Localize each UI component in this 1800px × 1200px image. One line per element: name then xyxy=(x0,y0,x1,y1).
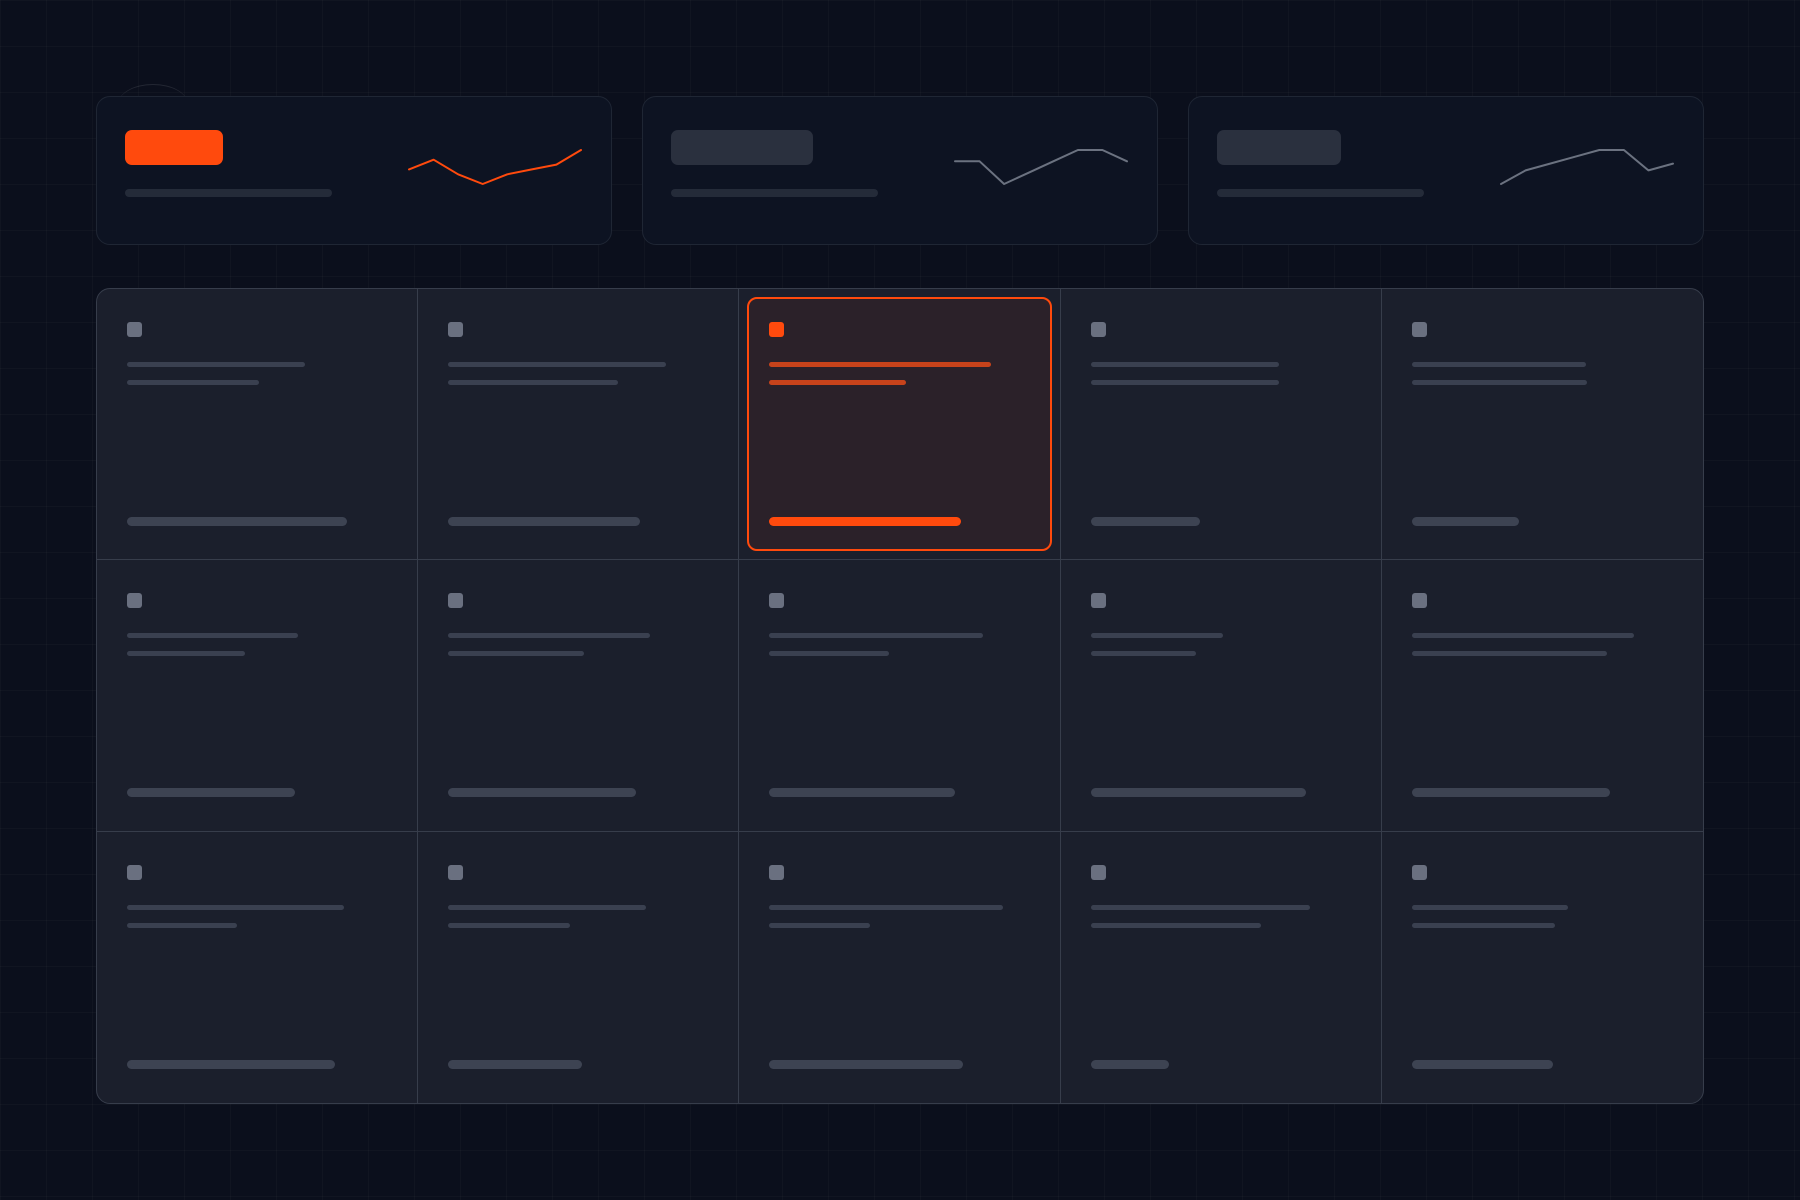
stat-label-placeholder xyxy=(1217,189,1424,197)
card-checkbox[interactable] xyxy=(127,864,142,880)
card-title-placeholder xyxy=(127,633,298,639)
card-footer-bar xyxy=(769,1059,964,1069)
grid-card[interactable] xyxy=(1381,560,1703,832)
sparkline-series xyxy=(954,149,1128,185)
card-title-placeholder xyxy=(1090,904,1310,910)
card-checkbox[interactable] xyxy=(127,322,142,337)
grid-card[interactable] xyxy=(97,560,419,832)
grid-card[interactable] xyxy=(1060,289,1382,561)
card-title-placeholder xyxy=(127,362,305,367)
grid-card[interactable] xyxy=(1381,289,1703,561)
card-subtitle-placeholder xyxy=(769,651,890,657)
grid-card[interactable] xyxy=(1382,832,1703,1103)
card-footer-bar xyxy=(1090,788,1306,798)
card-checkbox[interactable] xyxy=(448,322,464,337)
grid-card[interactable] xyxy=(739,560,1061,832)
card-grid xyxy=(96,288,1704,1104)
card-title-placeholder xyxy=(127,904,344,910)
card-subtitle-placeholder xyxy=(1411,922,1555,928)
grid-card-selected[interactable] xyxy=(739,289,1061,561)
card-footer-bar xyxy=(1090,517,1200,526)
card-title-placeholder xyxy=(448,633,651,639)
card-footer-bar xyxy=(448,517,641,526)
stat-label-placeholder xyxy=(125,189,332,197)
card-checkbox[interactable] xyxy=(769,322,785,337)
stat-value-placeholder xyxy=(125,130,223,165)
card-footer-bar xyxy=(127,788,295,798)
sparkline-chart xyxy=(1500,149,1674,185)
card-checkbox[interactable] xyxy=(1411,864,1427,880)
card-subtitle-placeholder xyxy=(127,922,237,928)
card-subtitle-placeholder xyxy=(1090,380,1279,385)
grid-card[interactable] xyxy=(97,289,419,561)
card-subtitle-placeholder xyxy=(1090,922,1261,928)
card-footer-bar xyxy=(769,517,962,526)
card-footer-bar xyxy=(1411,517,1519,526)
card-footer-bar xyxy=(1090,1059,1169,1069)
card-footer-bar xyxy=(769,788,956,798)
stat-value-placeholder xyxy=(1217,130,1341,165)
card-checkbox[interactable] xyxy=(1090,593,1106,609)
card-title-placeholder xyxy=(1411,633,1634,639)
card-title-placeholder xyxy=(448,362,667,367)
card-checkbox[interactable] xyxy=(127,593,142,609)
card-title-placeholder xyxy=(1411,362,1586,367)
card-subtitle-placeholder xyxy=(1411,651,1607,657)
stat-card-1[interactable] xyxy=(96,96,612,245)
stat-card-3[interactable] xyxy=(1188,96,1704,245)
sparkline-chart xyxy=(954,149,1128,185)
card-checkbox[interactable] xyxy=(1411,593,1427,609)
grid-card[interactable] xyxy=(418,831,740,1103)
card-checkbox[interactable] xyxy=(1090,864,1106,880)
card-subtitle-placeholder xyxy=(127,380,259,385)
card-subtitle-placeholder xyxy=(769,922,871,928)
card-checkbox[interactable] xyxy=(448,593,464,609)
card-title-placeholder xyxy=(769,362,992,367)
card-subtitle-placeholder xyxy=(448,380,619,385)
grid-card[interactable] xyxy=(1061,831,1382,1103)
card-title-placeholder xyxy=(1090,633,1223,639)
card-footer-bar xyxy=(448,1059,583,1069)
card-checkbox[interactable] xyxy=(1411,322,1427,337)
card-checkbox[interactable] xyxy=(769,593,785,609)
card-checkbox[interactable] xyxy=(769,864,785,880)
sparkline-series xyxy=(1500,149,1674,185)
grid-card[interactable] xyxy=(418,560,740,832)
card-subtitle-placeholder xyxy=(1090,651,1196,657)
card-title-placeholder xyxy=(1411,904,1568,910)
sparkline-chart xyxy=(408,149,582,185)
card-checkbox[interactable] xyxy=(1090,322,1106,337)
card-subtitle-placeholder xyxy=(127,651,245,657)
sparkline-series xyxy=(408,149,582,185)
card-footer-bar xyxy=(127,1059,335,1069)
card-footer-bar xyxy=(1411,1059,1553,1069)
stat-card-2[interactable] xyxy=(642,96,1158,245)
card-footer-bar xyxy=(127,517,347,526)
card-title-placeholder xyxy=(769,633,984,639)
card-subtitle-placeholder xyxy=(448,922,571,928)
grid-card[interactable] xyxy=(739,831,1061,1103)
card-subtitle-placeholder xyxy=(1411,380,1587,385)
card-title-placeholder xyxy=(448,904,647,910)
grid-card[interactable] xyxy=(1060,560,1382,832)
card-title-placeholder xyxy=(1090,362,1279,367)
card-checkbox[interactable] xyxy=(448,864,464,880)
stat-value-placeholder xyxy=(671,130,813,165)
grid-card[interactable] xyxy=(418,289,740,561)
grid-card[interactable] xyxy=(97,831,419,1103)
card-title-placeholder xyxy=(769,904,1004,910)
card-footer-bar xyxy=(1411,788,1610,798)
card-subtitle-placeholder xyxy=(448,651,585,657)
stat-label-placeholder xyxy=(671,189,878,197)
card-footer-bar xyxy=(448,788,637,798)
card-subtitle-placeholder xyxy=(769,380,907,385)
